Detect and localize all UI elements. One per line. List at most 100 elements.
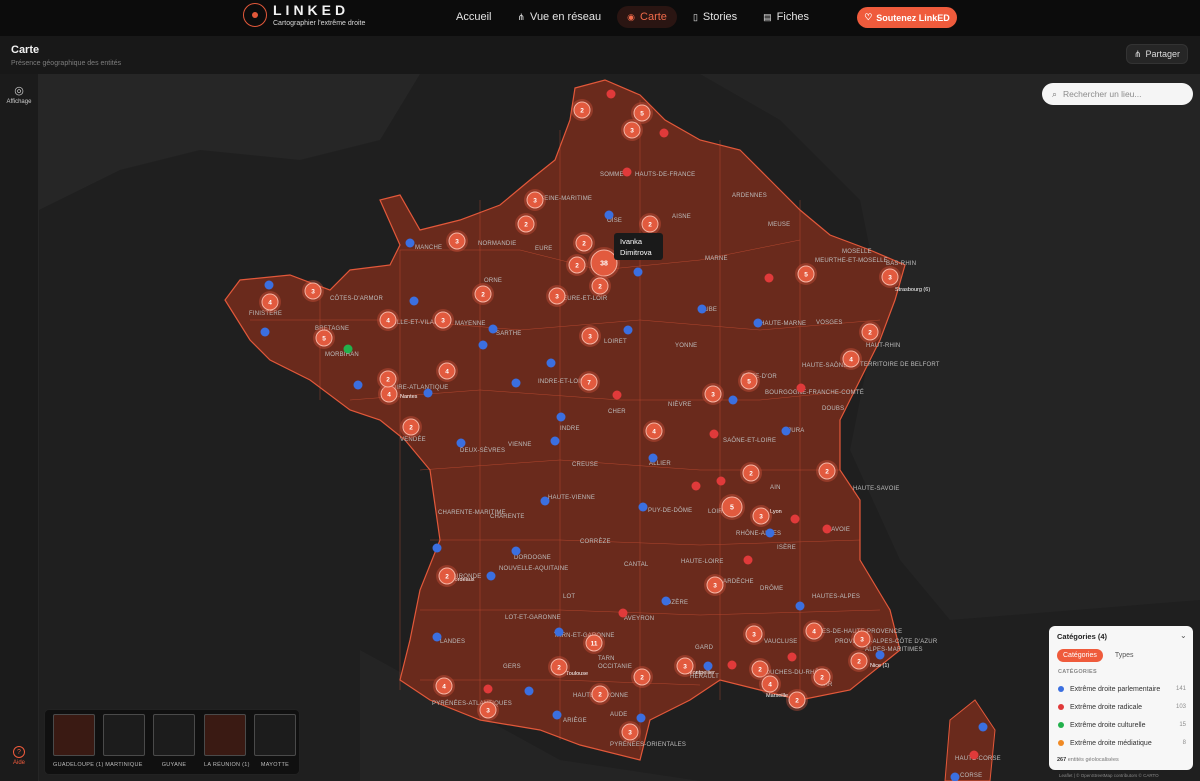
marker[interactable] xyxy=(606,89,616,99)
cluster-marker[interactable]: 3 xyxy=(446,230,468,252)
nav-fiches[interactable]: ▤ Fiches xyxy=(753,6,819,28)
cluster-marker[interactable]: 4 xyxy=(840,348,862,370)
tab-types[interactable]: Types xyxy=(1109,649,1140,662)
marker[interactable] xyxy=(260,327,270,337)
marker[interactable] xyxy=(488,324,498,334)
map-attribution[interactable]: Leaflet | © OpenStreetMap contributors ©… xyxy=(1059,773,1159,778)
marker[interactable] xyxy=(432,543,442,553)
overseas-mayotte[interactable]: MAYOTTE xyxy=(254,714,296,772)
cluster-marker[interactable]: 4 xyxy=(436,360,458,382)
marker[interactable] xyxy=(478,340,488,350)
marker[interactable] xyxy=(511,546,521,556)
cluster-marker[interactable]: 2 xyxy=(573,232,595,254)
nav-carte[interactable]: ◉ Carte xyxy=(617,6,677,28)
marker[interactable] xyxy=(822,524,832,534)
cluster-marker[interactable]: 5 xyxy=(313,327,335,349)
marker[interactable] xyxy=(552,710,562,720)
cluster-marker[interactable]: 2 xyxy=(816,460,838,482)
marker[interactable] xyxy=(546,358,556,368)
marker[interactable] xyxy=(550,436,560,446)
cluster-marker[interactable]: 3 xyxy=(546,285,568,307)
marker[interactable] xyxy=(556,412,566,422)
marker[interactable] xyxy=(969,750,979,760)
help-button[interactable]: ? Aide xyxy=(0,746,38,766)
legend-item[interactable]: Extrême droite radicale 103 xyxy=(1058,698,1186,716)
marker[interactable] xyxy=(743,555,753,565)
marker[interactable] xyxy=(511,378,521,388)
marker[interactable] xyxy=(716,476,726,486)
marker[interactable] xyxy=(661,596,671,606)
marker[interactable] xyxy=(486,571,496,581)
marker[interactable] xyxy=(709,429,719,439)
marker[interactable] xyxy=(264,280,274,290)
cluster-marker[interactable]: 2 xyxy=(639,213,661,235)
cluster-marker[interactable]: 2 xyxy=(848,650,870,672)
marker[interactable] xyxy=(623,325,633,335)
cluster-marker[interactable]: 11 xyxy=(583,632,605,654)
marker[interactable] xyxy=(409,296,419,306)
marker[interactable] xyxy=(456,438,466,448)
cluster-marker[interactable]: 5 xyxy=(719,494,745,520)
cluster-marker[interactable]: 2 xyxy=(436,565,458,587)
cluster-marker[interactable]: 2 xyxy=(589,275,611,297)
cluster-marker[interactable]: 3 xyxy=(674,655,696,677)
marker[interactable] xyxy=(633,267,643,277)
marker[interactable] xyxy=(405,238,415,248)
marker[interactable] xyxy=(524,686,534,696)
cluster-marker[interactable]: 5 xyxy=(738,370,760,392)
overseas-guyane[interactable]: GUYANE xyxy=(153,714,195,772)
marker[interactable] xyxy=(343,344,353,354)
marker[interactable] xyxy=(795,601,805,611)
cluster-marker[interactable]: 2 xyxy=(631,666,653,688)
cluster-marker[interactable]: 3 xyxy=(619,721,641,743)
marker[interactable] xyxy=(978,722,988,732)
marker[interactable] xyxy=(638,502,648,512)
marker[interactable] xyxy=(875,650,885,660)
cluster-marker[interactable]: 3 xyxy=(743,623,765,645)
marker[interactable] xyxy=(604,210,614,220)
cluster-marker[interactable]: 2 xyxy=(400,416,422,438)
marker[interactable] xyxy=(727,660,737,670)
marker[interactable] xyxy=(753,318,763,328)
marker[interactable] xyxy=(423,388,433,398)
cluster-marker[interactable]: 2 xyxy=(472,283,494,305)
nav-accueil[interactable]: Accueil xyxy=(446,6,501,28)
overseas-guadeloupe[interactable]: GUADELOUPE (1) xyxy=(53,714,103,772)
brand-logo[interactable]: LINKED Cartographier l'extrême droite xyxy=(243,3,365,27)
marker[interactable] xyxy=(554,627,564,637)
legend-item[interactable]: Extrême droite culturelle 15 xyxy=(1058,716,1186,734)
marker[interactable] xyxy=(483,684,493,694)
cluster-marker[interactable]: 3 xyxy=(704,574,726,596)
support-button[interactable]: ♡ Soutenez LinkED xyxy=(857,7,957,28)
marker[interactable] xyxy=(703,661,713,671)
cluster-marker[interactable]: 3 xyxy=(477,699,499,721)
cluster-marker[interactable]: 2 xyxy=(859,321,881,343)
cluster-marker[interactable]: 2 xyxy=(811,666,833,688)
cluster-marker[interactable]: 3 xyxy=(579,325,601,347)
cluster-marker[interactable]: 3 xyxy=(879,266,901,288)
cluster-marker[interactable]: 3 xyxy=(302,280,324,302)
legend-item[interactable]: Extrême droite médiatique 8 xyxy=(1058,734,1186,752)
cluster-marker[interactable]: 4 xyxy=(803,620,825,642)
cluster-marker[interactable]: 5 xyxy=(795,263,817,285)
marker[interactable] xyxy=(622,167,632,177)
marker[interactable] xyxy=(796,383,806,393)
cluster-marker[interactable]: 4 xyxy=(433,675,455,697)
place-search[interactable]: ⌕ xyxy=(1042,83,1193,105)
cluster-marker[interactable]: 2 xyxy=(566,254,588,276)
legend-item[interactable]: Extrême droite parlementaire 141 xyxy=(1058,680,1186,698)
cluster-marker[interactable]: 4 xyxy=(643,420,665,442)
marker[interactable] xyxy=(764,273,774,283)
cluster-marker[interactable]: 3 xyxy=(621,119,643,141)
cluster-marker[interactable]: 2 xyxy=(548,656,570,678)
marker[interactable] xyxy=(765,528,775,538)
marker[interactable] xyxy=(691,481,701,491)
cluster-marker[interactable]: 2 xyxy=(786,689,808,711)
display-toggle-button[interactable]: ◎ Affichage xyxy=(0,84,38,105)
nav-stories[interactable]: ▯ Stories xyxy=(683,6,747,28)
cluster-marker[interactable]: 2 xyxy=(589,683,611,705)
marker[interactable] xyxy=(781,426,791,436)
cluster-marker[interactable]: 2 xyxy=(740,462,762,484)
cluster-marker[interactable]: 7 xyxy=(578,371,600,393)
overseas-la-reunion[interactable]: LA RÉUNION (1) xyxy=(204,714,249,772)
